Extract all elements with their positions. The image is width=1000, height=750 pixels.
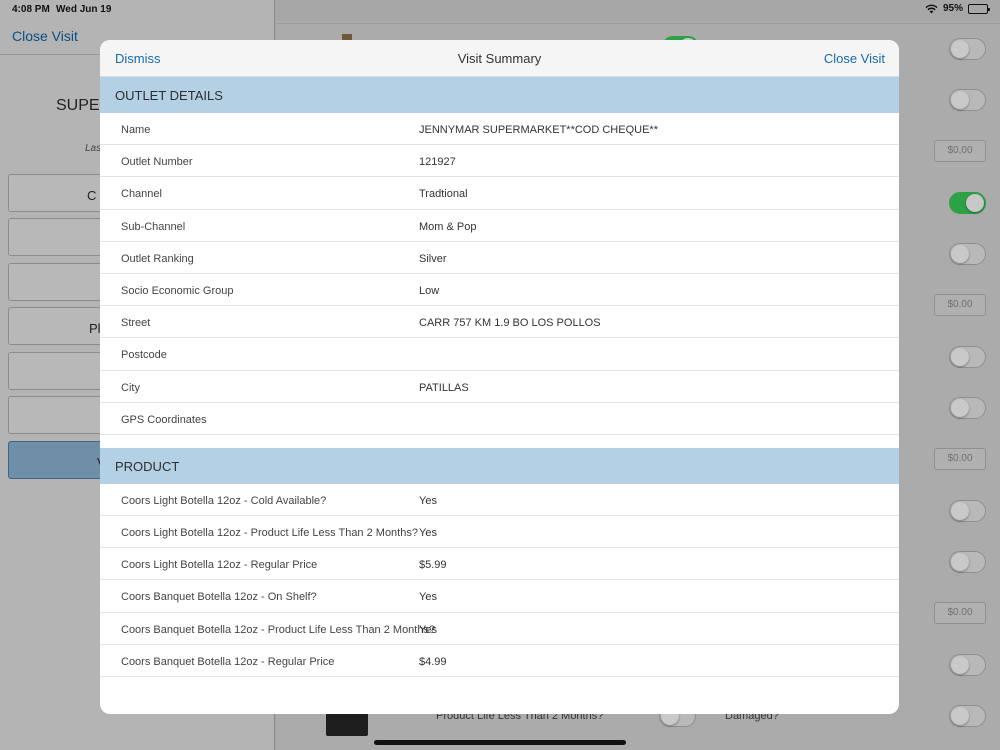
product-row: Coors Banquet Botella 12oz - Regular Pri… [100,645,899,677]
toggle-switch[interactable] [949,397,986,419]
outlet-row-number: Outlet Number 121927 [100,145,899,178]
product-row: Coors Light Botella 12oz - Product Life … [100,516,899,549]
status-time: 4:08 PM [12,4,50,15]
outlet-row-ranking: Outlet Ranking Silver [100,242,899,274]
product-row: Coors Light Botella 12oz - Cold Availabl… [100,484,899,517]
left-last-visit: Las [85,143,102,154]
left-menu-button-1[interactable]: C [8,174,108,212]
outlet-row-sub-channel: Sub-Channel Mom & Pop [100,210,899,242]
outlet-row-postcode: Postcode [100,338,899,371]
product-header: PRODUCT [100,447,899,484]
status-right: 95% [925,3,990,14]
price-input[interactable]: $0.00 [934,140,986,162]
outlet-row-name: Name JENNYMAR SUPERMARKET**COD CHEQUE** [100,113,899,146]
toggle-switch[interactable] [949,346,986,368]
modal-title: Visit Summary [457,51,542,66]
product-row: Coors Banquet Botella 12oz - Product Lif… [100,613,899,645]
wifi-icon [925,4,938,13]
outlet-row-street: Street CARR 757 KM 1.9 BO LOS POLLOS [100,306,899,339]
toggle-switch[interactable] [949,654,986,676]
product-row: Coors Light Botella 12oz - Regular Price… [100,548,899,581]
price-input[interactable]: $0.00 [934,294,986,316]
modal-header: Dismiss Visit Summary Close Visit [100,40,899,77]
battery-percent: 95% [942,3,963,14]
toggle-switch[interactable] [949,38,986,60]
battery-icon [968,3,990,14]
outlet-row-channel: Channel Tradtional [100,177,899,210]
status-bar: 4:08 PM Wed Jun 19 95% [0,0,1000,20]
left-menu-button-7[interactable]: V [8,441,108,479]
outlet-row-gps: GPS Coordinates [100,403,899,435]
left-menu-button-4[interactable]: Pl [8,307,108,345]
outlet-row-socio-economic: Socio Economic Group Low [100,274,899,307]
outlet-row-city: City PATILLAS [100,371,899,403]
close-visit-button[interactable]: Close Visit [824,51,885,66]
price-input[interactable]: $0.00 [934,602,986,624]
toggle-switch[interactable] [949,89,986,111]
toggle-switch[interactable] [949,705,986,727]
product-row: Coors Banquet Botella 12oz - On Shelf? Y… [100,580,899,613]
toggle-switch[interactable] [949,500,986,522]
left-close-visit-button[interactable]: Close Visit [12,28,78,44]
outlet-details-header: OUTLET DETAILS [100,77,899,113]
toggle-switch[interactable] [949,192,986,214]
status-date: Wed Jun 19 [56,4,112,15]
left-menu-button-3[interactable] [8,263,108,301]
left-outlet-title: SUPE [56,97,100,114]
right-row-divider [276,23,1000,24]
price-input[interactable]: $0.00 [934,448,986,470]
toggle-switch[interactable] [949,243,986,265]
visit-summary-modal: Dismiss Visit Summary Close Visit OUTLET… [100,40,899,714]
left-menu-button-5[interactable] [8,352,108,390]
toggle-switch[interactable] [949,551,986,573]
home-indicator[interactable] [374,740,626,745]
left-menu-button-6[interactable]: I [8,396,108,434]
left-menu-button-2[interactable] [8,218,108,256]
